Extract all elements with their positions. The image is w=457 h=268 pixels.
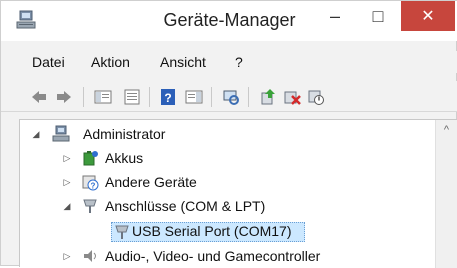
properties-icon[interactable]	[123, 88, 141, 106]
collapse-icon[interactable]: ◢	[31, 129, 41, 140]
menu-aktion[interactable]: Aktion	[91, 54, 130, 70]
tree-item-usb-serial-port[interactable]: USB Serial Port (COM17)	[20, 222, 420, 242]
computer-icon	[52, 125, 70, 142]
tree-item-label: Andere Geräte	[105, 174, 197, 190]
show-hide-console-tree-icon[interactable]	[94, 88, 112, 106]
toolbar-separator	[211, 87, 212, 107]
unknown-device-icon: ?	[82, 175, 99, 191]
svg-text:?: ?	[91, 182, 96, 191]
toolbar-separator	[149, 87, 150, 107]
svg-text:?: ?	[164, 91, 171, 105]
device-manager-window: Geräte-Manager – □ ✕ Datei Aktion Ansich…	[0, 0, 457, 268]
vertical-scrollbar[interactable]: ^	[435, 120, 457, 268]
tree-item-label: Akkus	[105, 150, 144, 166]
scan-hardware-icon[interactable]	[222, 88, 240, 106]
toolbar: ?	[1, 81, 457, 112]
expand-icon[interactable]: ▷	[62, 153, 72, 164]
title-bar: Geräte-Manager – □ ✕	[1, 1, 457, 41]
menu-ansicht[interactable]: Ansicht	[160, 54, 206, 70]
tree-root[interactable]: ◢ Administrator	[20, 125, 420, 145]
expand-icon[interactable]: ▷	[62, 177, 72, 188]
tree-item-audio-video[interactable]: ▷ Audio-, Video- und Gamecontroller	[20, 247, 420, 267]
tree-item-anschluesse[interactable]: ◢ Anschlüsse (COM & LPT)	[20, 197, 420, 217]
battery-icon	[83, 151, 98, 166]
menu-help[interactable]: ?	[235, 54, 243, 70]
minimize-button[interactable]: –	[316, 1, 354, 31]
tree-root-label: Administrator	[83, 126, 166, 142]
menu-bar: Datei Aktion Ansicht ?	[1, 51, 457, 73]
menu-datei[interactable]: Datei	[32, 54, 65, 70]
toolbar-separator	[83, 87, 84, 107]
disable-device-icon[interactable]	[307, 88, 325, 106]
tree-item-akkus[interactable]: ▷ Akkus	[20, 149, 420, 169]
tree-item-label: Anschlüsse (COM & LPT)	[105, 198, 266, 214]
uninstall-icon[interactable]	[283, 88, 301, 106]
help-icon[interactable]: ?	[159, 88, 177, 106]
tree-item-label: USB Serial Port (COM17)	[132, 223, 292, 239]
scroll-up-button[interactable]: ^	[436, 124, 457, 136]
show-action-pane-icon[interactable]	[185, 88, 203, 106]
toolbar-separator	[248, 87, 249, 107]
tree-item-andere-geraete[interactable]: ▷ ? Andere Geräte	[20, 173, 420, 193]
collapse-icon[interactable]: ◢	[62, 201, 72, 212]
maximize-button[interactable]: □	[359, 1, 397, 31]
update-driver-icon[interactable]	[259, 88, 277, 106]
close-button[interactable]: ✕	[401, 1, 455, 31]
device-tree: ◢ Administrator ▷ Akkus ▷ ? Andere Gerät…	[19, 119, 457, 268]
port-icon	[83, 199, 97, 213]
expand-icon[interactable]: ▷	[62, 251, 72, 262]
back-icon[interactable]	[30, 88, 48, 106]
forward-icon[interactable]	[55, 88, 73, 106]
speaker-icon	[84, 250, 96, 262]
tree-item-label: Audio-, Video- und Gamecontroller	[105, 248, 321, 264]
port-icon	[115, 225, 129, 239]
